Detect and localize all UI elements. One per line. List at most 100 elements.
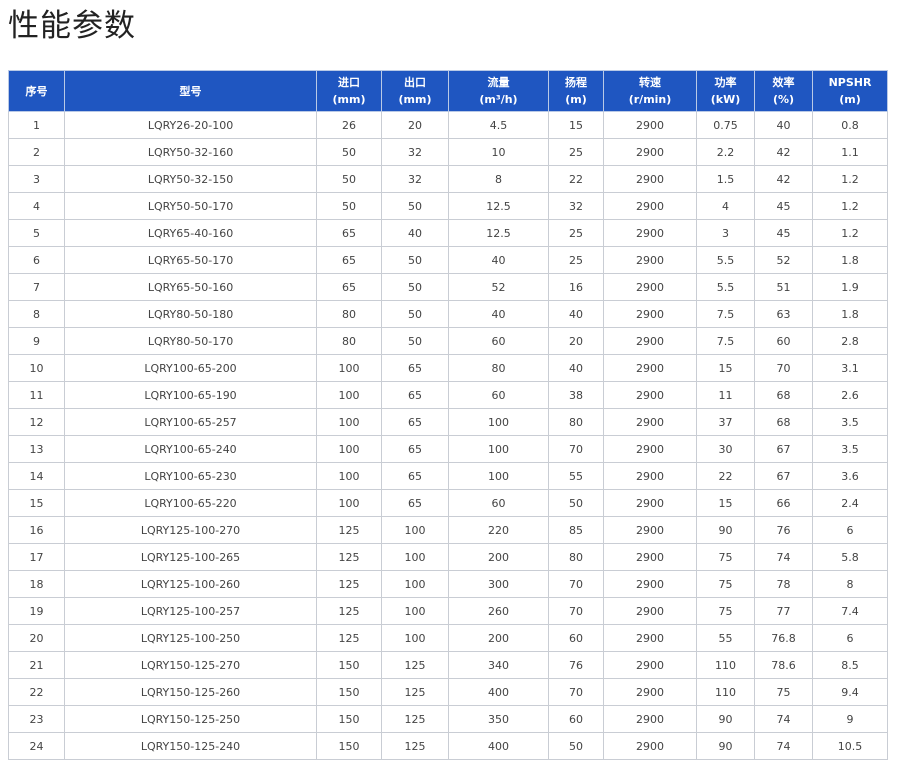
table-cell: 23 <box>8 705 65 733</box>
table-cell: 50 <box>316 165 382 193</box>
column-header: 流量 (m³/h) <box>448 70 549 112</box>
table-cell: 40 <box>754 111 813 139</box>
table-cell: 400 <box>448 732 549 760</box>
table-cell: 10 <box>8 354 65 382</box>
table-cell: 50 <box>381 192 449 220</box>
table-cell: 40 <box>448 246 549 274</box>
table-row: 17 LQRY125-100-265 125 100 200 80 2900 75 74 5.8 <box>8 543 888 571</box>
table-cell: 1.9 <box>812 273 888 301</box>
table-cell: 12.5 <box>448 219 549 247</box>
table-cell: 2900 <box>603 273 697 301</box>
table-cell: 8 <box>8 300 65 328</box>
table-cell: 100 <box>448 462 549 490</box>
table-cell: 2900 <box>603 516 697 544</box>
column-header-unit: (m³/h) <box>479 93 518 106</box>
table-cell: 32 <box>548 192 604 220</box>
table-cell: 18 <box>8 570 65 598</box>
table-cell: 65 <box>381 489 449 517</box>
table-cell: 3.6 <box>812 462 888 490</box>
column-header-unit: (m) <box>839 93 861 106</box>
column-header-label: 序号 <box>25 84 48 98</box>
table-row: 20 LQRY125-100-250 125 100 200 60 2900 55 76.8 6 <box>8 624 888 652</box>
table-cell: 20 <box>548 327 604 355</box>
table-cell: 2900 <box>603 489 697 517</box>
table-cell: LQRY100-65-190 <box>64 381 317 409</box>
table-cell: LQRY26-20-100 <box>64 111 317 139</box>
table-cell: 3.1 <box>812 354 888 382</box>
table-cell: 2.4 <box>812 489 888 517</box>
table-cell: 40 <box>548 354 604 382</box>
table-cell: 100 <box>381 624 449 652</box>
table-cell: LQRY150-125-240 <box>64 732 317 760</box>
table-cell: 110 <box>696 678 755 706</box>
table-row: 4 LQRY50-50-170 50 50 12.5 32 2900 4 45 1.2 <box>8 192 888 220</box>
table-row: 8 LQRY80-50-180 80 50 40 40 2900 7.5 63 1.8 <box>8 300 888 328</box>
column-header-unit: (mm) <box>398 93 432 106</box>
table-cell: 55 <box>696 624 755 652</box>
table-row: 12 LQRY100-65-257 100 65 100 80 2900 37 68 3.5 <box>8 408 888 436</box>
table-cell: 340 <box>448 651 549 679</box>
table-cell: 22 <box>548 165 604 193</box>
table-row: 19 LQRY125-100-257 125 100 260 70 2900 75 77 7.4 <box>8 597 888 625</box>
table-cell: LQRY100-65-220 <box>64 489 317 517</box>
table-cell: 5 <box>8 219 65 247</box>
table-row: 10 LQRY100-65-200 100 65 80 40 2900 15 70 3.1 <box>8 354 888 382</box>
performance-table-container: 序号 型号 进口 (mm) 出口 (mm) 流量 (m³/h) 扬程 (m) 转速 (r/min) 功率… <box>8 70 888 760</box>
table-cell: 67 <box>754 435 813 463</box>
table-cell: 68 <box>754 408 813 436</box>
table-cell: 75 <box>696 570 755 598</box>
table-cell: 60 <box>448 327 549 355</box>
table-row: 16 LQRY125-100-270 125 100 220 85 2900 90 76 6 <box>8 516 888 544</box>
table-cell: 74 <box>754 543 813 571</box>
table-cell: 4 <box>696 192 755 220</box>
table-cell: 74 <box>754 705 813 733</box>
table-cell: 50 <box>548 489 604 517</box>
table-cell: 200 <box>448 543 549 571</box>
table-cell: 78.6 <box>754 651 813 679</box>
table-cell: 80 <box>548 543 604 571</box>
table-cell: LQRY65-50-170 <box>64 246 317 274</box>
table-cell: LQRY150-125-260 <box>64 678 317 706</box>
table-cell: LQRY150-125-250 <box>64 705 317 733</box>
table-cell: 20 <box>8 624 65 652</box>
table-cell: 76.8 <box>754 624 813 652</box>
table-cell: 65 <box>381 408 449 436</box>
table-row: 24 LQRY150-125-240 150 125 400 50 2900 90 74 10.5 <box>8 732 888 760</box>
header-row: 序号 型号 进口 (mm) 出口 (mm) 流量 (m³/h) 扬程 (m) 转速 (r/min) 功率… <box>8 70 888 112</box>
table-cell: 16 <box>8 516 65 544</box>
table-cell: LQRY125-100-260 <box>64 570 317 598</box>
table-cell: 6 <box>8 246 65 274</box>
table-cell: 2.2 <box>696 138 755 166</box>
table-cell: 66 <box>754 489 813 517</box>
table-cell: 15 <box>548 111 604 139</box>
table-cell: 76 <box>548 651 604 679</box>
table-cell: 100 <box>381 570 449 598</box>
table-cell: 74 <box>754 732 813 760</box>
table-cell: LQRY100-65-240 <box>64 435 317 463</box>
table-row: 1 LQRY26-20-100 26 20 4.5 15 2900 0.75 40 0.8 <box>8 111 888 139</box>
table-cell: 9 <box>8 327 65 355</box>
table-cell: 3.5 <box>812 435 888 463</box>
table-cell: 65 <box>316 273 382 301</box>
table-cell: 17 <box>8 543 65 571</box>
table-cell: 60 <box>448 489 549 517</box>
table-cell: 125 <box>316 597 382 625</box>
table-cell: 2900 <box>603 732 697 760</box>
table-cell: 40 <box>381 219 449 247</box>
table-row: 15 LQRY100-65-220 100 65 60 50 2900 15 66 2.4 <box>8 489 888 517</box>
table-cell: 100 <box>316 408 382 436</box>
table-cell: 2900 <box>603 543 697 571</box>
table-row: 2 LQRY50-32-160 50 32 10 25 2900 2.2 42 1.1 <box>8 138 888 166</box>
column-header: 转速 (r/min) <box>603 70 697 112</box>
table-cell: 90 <box>696 705 755 733</box>
table-cell: 100 <box>316 354 382 382</box>
column-header: NPSHR (m) <box>812 70 888 112</box>
table-cell: 0.8 <box>812 111 888 139</box>
table-row: 13 LQRY100-65-240 100 65 100 70 2900 30 67 3.5 <box>8 435 888 463</box>
table-cell: 2900 <box>603 570 697 598</box>
table-cell: 125 <box>316 516 382 544</box>
column-header: 扬程 (m) <box>548 70 604 112</box>
table-cell: 70 <box>548 678 604 706</box>
table-cell: 10 <box>448 138 549 166</box>
table-cell: 68 <box>754 381 813 409</box>
